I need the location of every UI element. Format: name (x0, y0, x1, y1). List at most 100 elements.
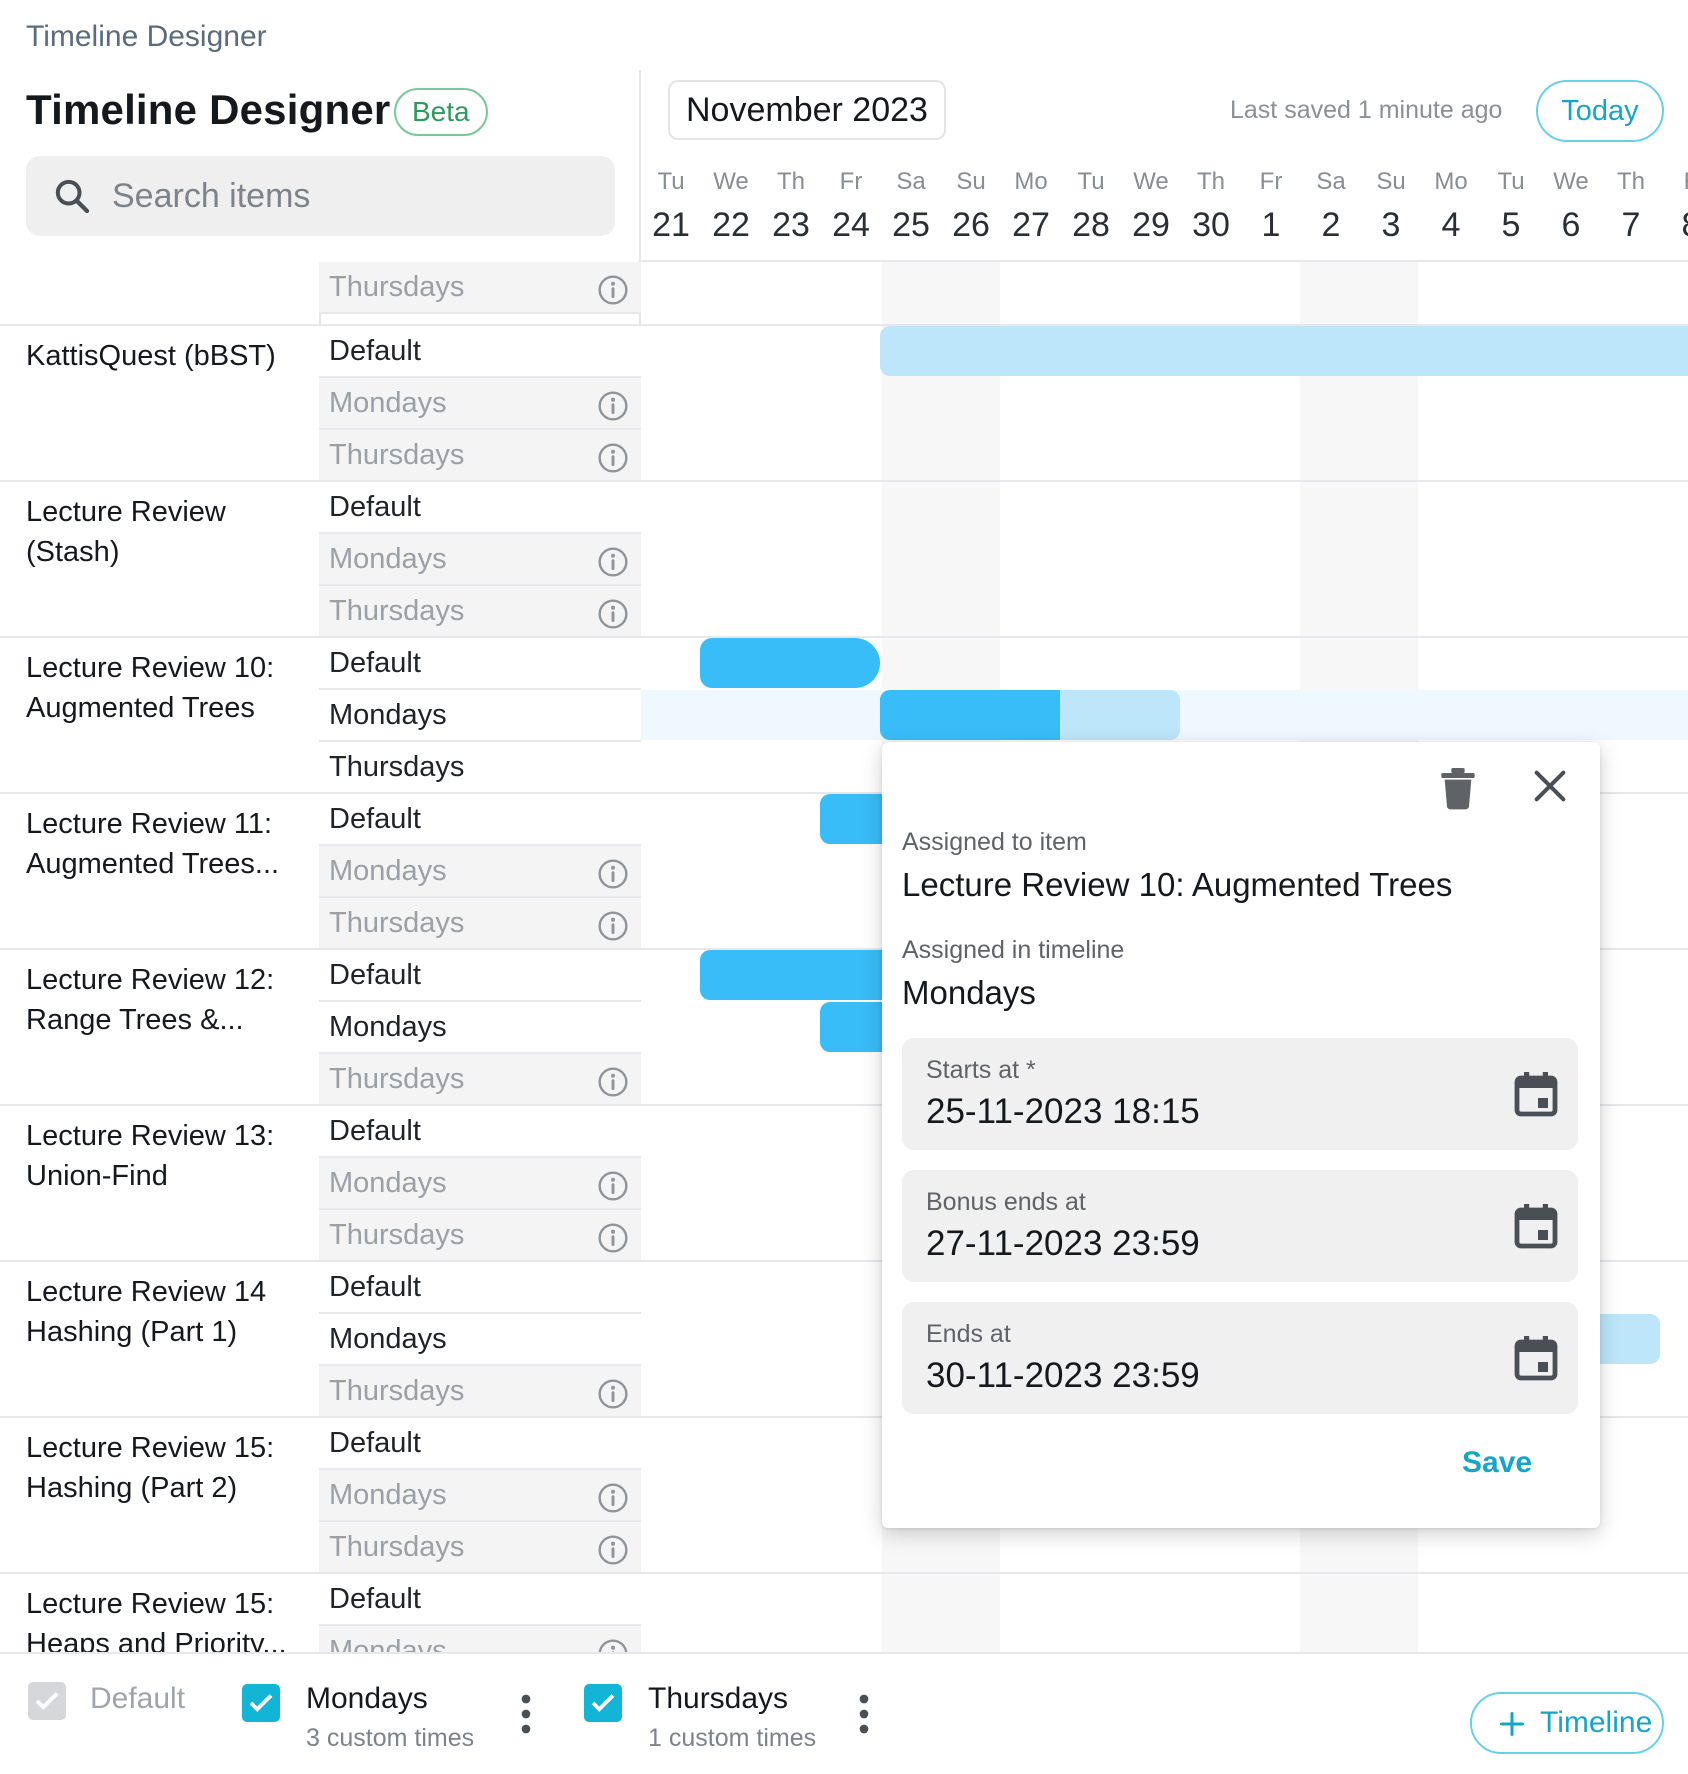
timeline-row-label[interactable]: Mondays (319, 846, 641, 898)
timeline-row-label[interactable]: Default (319, 326, 641, 378)
timeline-row-label[interactable]: Default (319, 482, 641, 534)
today-button[interactable]: Today (1536, 80, 1664, 142)
more-options-icon[interactable] (858, 1694, 870, 1734)
bonus-ends-at-field[interactable]: Bonus ends at 27-11-2023 23:59 (902, 1170, 1578, 1282)
calendar-icon[interactable] (1514, 1202, 1558, 1250)
timeline-row-label[interactable]: Mondays (319, 1470, 641, 1522)
info-icon[interactable] (597, 908, 629, 941)
search-box[interactable] (26, 156, 615, 236)
timeline-row-label[interactable]: Mondays (319, 534, 641, 586)
info-icon[interactable] (597, 440, 629, 473)
timeline-row-label[interactable]: Default (319, 1574, 641, 1626)
starts-at-field[interactable]: Starts at * 25-11-2023 18:15 (902, 1038, 1578, 1150)
timeline-bar[interactable] (880, 326, 1688, 376)
save-button[interactable]: Save (1462, 1446, 1532, 1480)
timeline-bar[interactable] (700, 950, 882, 1000)
item-name[interactable]: KattisQuest (bBST) (26, 336, 306, 376)
timeline-bar[interactable] (820, 1002, 882, 1052)
starts-at-value[interactable]: 25-11-2023 18:15 (926, 1092, 1200, 1132)
timeline-bar[interactable] (700, 638, 880, 688)
item-name[interactable]: Lecture Review 14 Hashing (Part 1) (26, 1272, 306, 1352)
timeline-bar-selected[interactable] (880, 690, 1060, 740)
info-icon[interactable] (597, 596, 629, 629)
timeline-row-label[interactable]: Mondays (319, 378, 641, 430)
more-options-icon[interactable] (520, 1694, 532, 1734)
day-number: 27 (1012, 206, 1050, 244)
day-of-week: F (1661, 162, 1688, 202)
assigned-item-value: Lecture Review 10: Augmented Trees (902, 866, 1453, 903)
day-number: 25 (892, 206, 930, 244)
timeline-row-text: Default (329, 803, 421, 835)
timeline-row-label[interactable]: Thursdays (319, 586, 641, 638)
day-column-header: We 22 (701, 162, 761, 248)
timeline-row-label[interactable]: Thursdays (319, 742, 641, 794)
timeline-row-label[interactable]: Thursdays (319, 898, 641, 950)
timeline-row-label[interactable]: Default (319, 1418, 641, 1470)
day-number: 1 (1261, 206, 1281, 244)
timeline-row-text: Default (329, 491, 421, 523)
day-column-header: We 6 (1541, 162, 1601, 248)
bonus-ends-at-value[interactable]: 27-11-2023 23:59 (926, 1224, 1200, 1264)
timeline-row-label[interactable]: Default (319, 1106, 641, 1158)
info-icon[interactable] (597, 856, 629, 889)
timeline-row-label[interactable]: Mondays (319, 690, 641, 742)
info-icon[interactable] (597, 1168, 629, 1201)
timeline-row-label[interactable]: Default (319, 638, 641, 690)
day-column-header: Su 3 (1361, 162, 1421, 248)
timeline-row-label[interactable]: Thursdays (319, 430, 641, 482)
mondays-checkbox[interactable] (242, 1684, 280, 1722)
item-name[interactable]: Lecture Review 13: Union-Find (26, 1116, 306, 1196)
info-icon[interactable] (597, 1220, 629, 1253)
timeline-row-text: Mondays (329, 1635, 447, 1652)
timeline-row-label[interactable]: Mondays (319, 1158, 641, 1210)
timeline-bar[interactable] (820, 794, 882, 844)
calendar-icon[interactable] (1514, 1334, 1558, 1382)
search-input[interactable] (112, 156, 592, 236)
timeline-row-text: Mondays (329, 543, 447, 575)
item-group-divider (0, 1572, 1688, 1574)
default-checkbox[interactable] (28, 1682, 66, 1720)
item-name[interactable]: Lecture Review 10: Augmented Trees (26, 648, 306, 728)
trash-icon[interactable] (1438, 766, 1478, 810)
day-number: 4 (1441, 206, 1461, 244)
timeline-row-label[interactable]: Thursdays (319, 262, 641, 314)
item-name[interactable]: Lecture Review 15: Heaps and Priority... (26, 1584, 306, 1652)
timeline-row-text: Thursdays (329, 1531, 465, 1563)
timeline-row-label[interactable]: Default (319, 950, 641, 1002)
timeline-row-label[interactable]: Default (319, 1262, 641, 1314)
ends-at-value[interactable]: 30-11-2023 23:59 (926, 1356, 1200, 1396)
day-of-week: Su (956, 168, 986, 195)
calendar-icon[interactable] (1514, 1070, 1558, 1118)
timeline-row-label[interactable]: Mondays (319, 1314, 641, 1366)
timeline-row-text: Thursdays (329, 1375, 465, 1407)
info-icon[interactable] (597, 1376, 629, 1409)
info-icon[interactable] (597, 1064, 629, 1097)
month-selector[interactable]: November 2023 (668, 80, 946, 140)
item-name[interactable]: Lecture Review 11: Augmented Trees... (26, 804, 306, 884)
day-of-week: Tu (1077, 168, 1105, 195)
ends-at-field[interactable]: Ends at 30-11-2023 23:59 (902, 1302, 1578, 1414)
thursdays-checkbox[interactable] (584, 1684, 622, 1722)
info-icon[interactable] (597, 544, 629, 577)
close-icon[interactable] (1530, 766, 1570, 806)
timeline-row-label[interactable]: Thursdays (319, 1210, 641, 1262)
timeline-row-label[interactable]: Default (319, 794, 641, 846)
timeline-row-label[interactable]: Thursdays (319, 1522, 641, 1574)
item-name[interactable]: Lecture Review (Stash) (26, 492, 306, 572)
timeline-row-text: Thursdays (329, 1063, 465, 1095)
timeline-bar[interactable] (1590, 1314, 1660, 1364)
day-number: 26 (952, 206, 990, 244)
timeline-row-label[interactable]: Thursdays (319, 1054, 641, 1106)
info-icon[interactable] (597, 388, 629, 421)
info-icon[interactable] (597, 1636, 629, 1652)
timeline-row-label[interactable]: Thursdays (319, 1366, 641, 1418)
item-name[interactable]: Lecture Review 12: Range Trees &... (26, 960, 306, 1040)
timeline-row-text: Default (329, 1583, 421, 1615)
info-icon[interactable] (597, 1532, 629, 1565)
item-name[interactable]: Lecture Review 15: Hashing (Part 2) (26, 1428, 306, 1508)
info-icon[interactable] (597, 1480, 629, 1513)
timeline-row-label[interactable]: Mondays (319, 1626, 641, 1652)
timeline-row-label[interactable]: Mondays (319, 1002, 641, 1054)
add-timeline-button[interactable]: Timeline (1470, 1692, 1664, 1754)
info-icon[interactable] (597, 272, 629, 305)
